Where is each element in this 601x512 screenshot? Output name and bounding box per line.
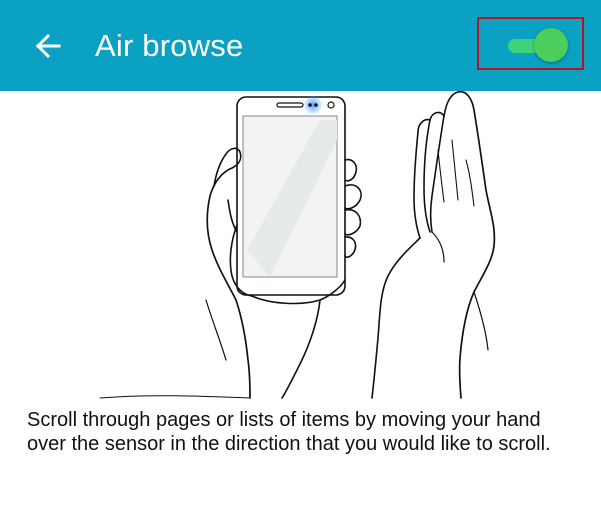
- air-browse-illustration: [99, 91, 496, 399]
- air-browse-switch[interactable]: [477, 17, 584, 70]
- arrow-left-icon: [35, 33, 61, 59]
- app-bar: Air browse: [0, 0, 601, 91]
- back-button[interactable]: [24, 22, 72, 70]
- switch-thumb: [534, 28, 568, 62]
- page-title: Air browse: [95, 28, 244, 63]
- feature-description: Scroll through pages or lists of items b…: [27, 409, 551, 455]
